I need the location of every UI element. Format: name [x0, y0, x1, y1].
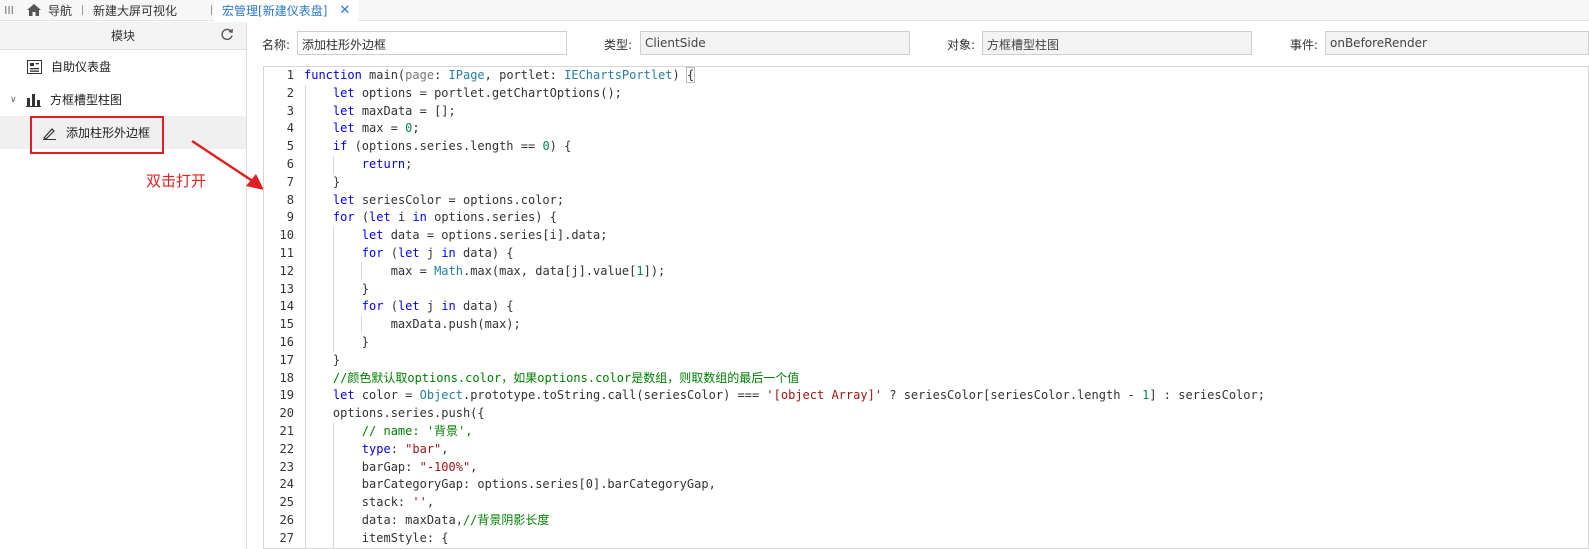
code-line: 1 function main(page: IPage, portlet: IEC…	[286, 67, 696, 83]
code-line: 7 }	[286, 174, 341, 189]
tab-separator	[211, 5, 213, 15]
close-icon[interactable]: ✕	[339, 3, 350, 18]
name-label: 名称:	[262, 38, 291, 52]
tab-separator	[82, 5, 84, 15]
object-label: 对象:	[947, 38, 976, 52]
code-line: 12 max = Math.max(max, data[j].value[1])…	[279, 263, 666, 278]
tab-navigation-label: 导航	[48, 3, 73, 18]
code-line: 24 barCategoryGap: options.series[0].bar…	[279, 477, 716, 492]
code-line: 20 options.series.push({	[279, 406, 485, 421]
tab-macro-management[interactable]: 宏管理[新建仪表盘] ✕	[214, 0, 359, 21]
event-field: onBeforeRender	[1325, 31, 1589, 55]
code-line: 2 let options = portlet.getChartOptions(…	[286, 85, 622, 100]
event-label: 事件:	[1290, 38, 1319, 52]
code-line: 23 barGap: "-100%",	[279, 459, 478, 474]
code-line: 10 let data = options.series[i].data;	[279, 228, 608, 243]
highlight-frame	[30, 116, 164, 154]
code-line: 25 stack: '',	[279, 495, 435, 510]
tab-label: 宏管理[新建仪表盘]	[222, 3, 328, 18]
tree-item-self-service-dashboard[interactable]: 自助仪表盘	[0, 50, 246, 83]
menu-grip-icon[interactable]: III	[0, 4, 18, 17]
code-line: 21 // name: '背景',	[279, 424, 473, 438]
tab-label: 新建大屏可视化	[93, 3, 178, 18]
tab-bar: III 导航 新建大屏可视化 宏管理[新建仪表盘] ✕	[0, 0, 1589, 21]
type-field: ClientSide	[640, 31, 910, 55]
module-panel: 模块 自助仪表盘 ∨ 方框槽型柱图 添加柱形外边框	[0, 22, 247, 549]
module-panel-header: 模块	[0, 22, 246, 50]
macro-properties: 名称: 添加柱形外边框 类型: ClientSide 对象: 方框槽型柱图 事件…	[248, 30, 1589, 58]
code-line: 15 maxData.push(max);	[279, 317, 521, 332]
code-line: 14 for (let j in data) {	[279, 299, 514, 314]
code-editor[interactable]: 1 function main(page: IPage, portlet: IEC…	[263, 66, 1589, 549]
tab-new-dashboard-screen[interactable]: 新建大屏可视化	[85, 0, 185, 21]
bar-chart-icon	[26, 93, 41, 107]
chevron-down-icon[interactable]: ∨	[10, 95, 20, 105]
code-line: 18 //颜色默认取options.color，如果options.color是…	[279, 370, 800, 385]
code-line: 26 data: maxData,//背景阴影长度	[279, 513, 550, 527]
code-line: 22 type: "bar",	[279, 441, 449, 456]
object-field: 方框槽型柱图	[982, 31, 1252, 55]
code-line: 6 return;	[286, 157, 413, 171]
code-line: 19 let color = Object.prototype.toString…	[279, 388, 1265, 403]
tab-navigation[interactable]: 导航	[18, 0, 80, 21]
code-line: 9 for (let i in options.series) {	[286, 210, 557, 225]
code-line: 4 let max = 0;	[286, 121, 420, 136]
code-line: 27 itemStyle: {	[279, 530, 449, 545]
name-field[interactable]: 添加柱形外边框	[297, 31, 567, 55]
tree-item-box-trough-bar-chart[interactable]: ∨ 方框槽型柱图	[0, 83, 246, 116]
home-icon	[27, 4, 41, 16]
annotation-double-click-open: 双击打开	[146, 172, 207, 190]
module-panel-title: 模块	[110, 29, 135, 43]
dashboard-icon	[27, 59, 42, 74]
code-line: 8 let seriesColor = options.color;	[286, 192, 565, 207]
tree-item-label: 方框槽型柱图	[50, 93, 123, 107]
tree-item-label: 自助仪表盘	[51, 60, 112, 74]
code-line: 13 }	[279, 281, 370, 296]
refresh-icon[interactable]	[220, 28, 234, 42]
code-line: 5 if (options.series.length == 0) {	[286, 139, 572, 154]
code-line: 3 let maxData = [];	[286, 103, 456, 118]
type-label: 类型:	[604, 38, 633, 52]
code-line: 11 for (let j in data) {	[279, 246, 514, 260]
code-line: 16 }	[279, 335, 370, 349]
code-line: 17 }	[279, 352, 341, 367]
